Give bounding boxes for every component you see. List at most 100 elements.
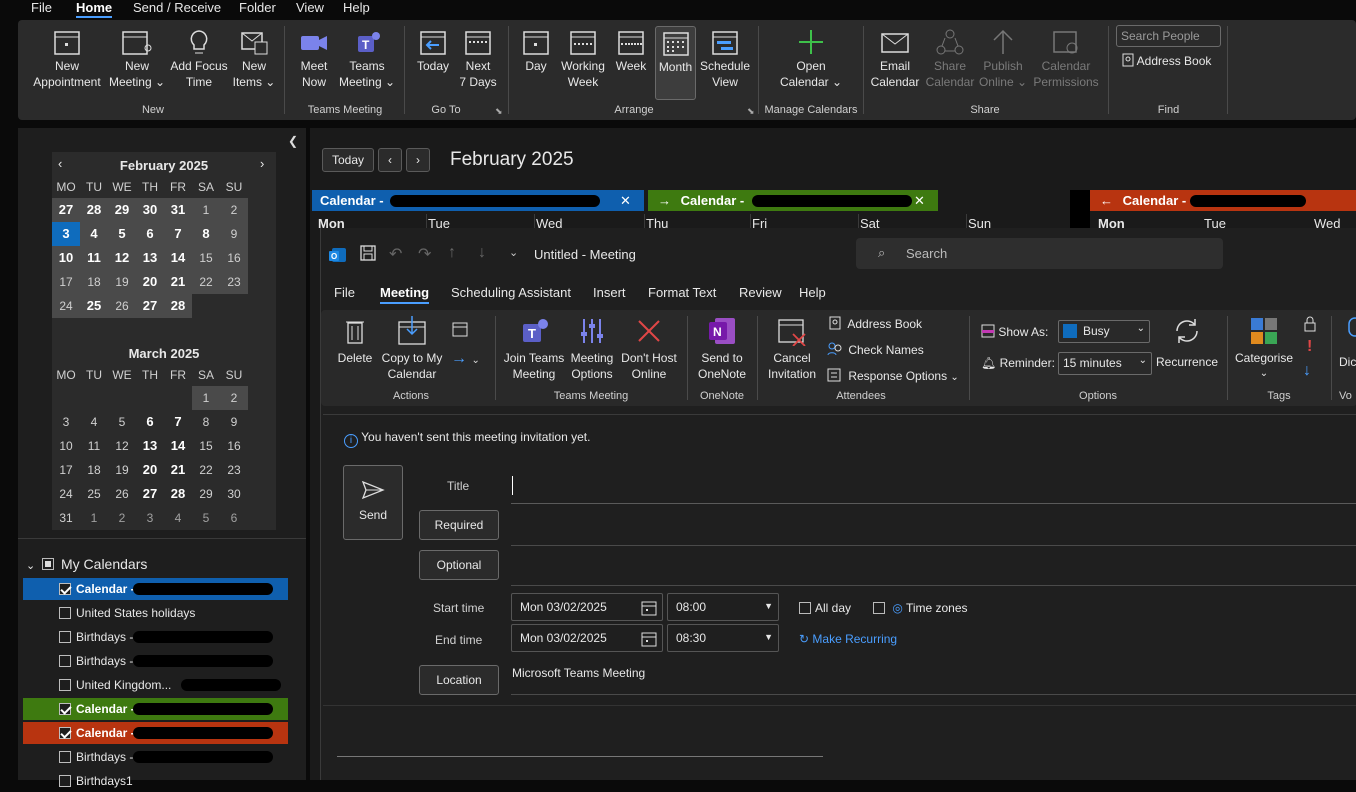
menu-home[interactable]: Home bbox=[76, 0, 113, 18]
start-time-select[interactable]: 08:00 ▼ bbox=[667, 593, 779, 621]
calendar-day[interactable]: 22 bbox=[192, 458, 220, 482]
calendar-day[interactable]: 27 bbox=[52, 198, 80, 222]
calendar-tab-red[interactable]: ← Calendar - bbox=[1090, 190, 1356, 211]
calendar-day[interactable]: 5 bbox=[108, 410, 136, 434]
calendar-day[interactable]: 3 bbox=[52, 222, 80, 246]
calendar-day[interactable]: 7 bbox=[164, 410, 192, 434]
calendar-day[interactable]: 4 bbox=[80, 410, 108, 434]
schedule-view-button[interactable]: Schedule View bbox=[698, 28, 752, 90]
categorise-button[interactable]: Categorise ⌄ bbox=[1233, 316, 1295, 382]
calendar-day[interactable]: 27 bbox=[136, 482, 164, 506]
required-button[interactable]: Required bbox=[419, 510, 499, 540]
dont-host-online-button[interactable]: Don't Host Online bbox=[619, 316, 679, 382]
new-meeting-button[interactable]: New Meeting ⌄ bbox=[108, 28, 166, 90]
calendar-checkbox[interactable] bbox=[59, 775, 71, 787]
calendar-day[interactable]: 26 bbox=[108, 482, 136, 506]
location-button[interactable]: Location bbox=[419, 665, 499, 695]
tab-format-text[interactable]: Format Text bbox=[648, 285, 716, 300]
calendar-day[interactable]: 22 bbox=[192, 270, 220, 294]
start-date-field[interactable]: Mon 03/02/2025 bbox=[511, 593, 663, 621]
calendar-checkbox[interactable] bbox=[59, 583, 71, 595]
calendar-day[interactable]: 6 bbox=[220, 506, 248, 530]
calendar-day[interactable]: 1 bbox=[80, 506, 108, 530]
calendar-day[interactable]: 11 bbox=[80, 246, 108, 270]
title-input[interactable] bbox=[511, 470, 1356, 504]
date-picker-icon[interactable] bbox=[641, 600, 657, 616]
address-book-button[interactable]: Address Book bbox=[1122, 53, 1211, 68]
calendar-list-item[interactable]: Birthdays - bbox=[23, 650, 288, 672]
end-date-field[interactable]: Mon 03/02/2025 bbox=[511, 624, 663, 652]
tab-review[interactable]: Review bbox=[739, 285, 782, 300]
calendar-day[interactable]: 5 bbox=[108, 222, 136, 246]
calendar-checkbox[interactable] bbox=[59, 727, 71, 739]
calendar-day[interactable]: 23 bbox=[220, 458, 248, 482]
calendar-list-item[interactable]: United Kingdom... bbox=[23, 674, 288, 696]
meet-now-button[interactable]: Meet Now bbox=[292, 28, 336, 90]
join-teams-meeting-button[interactable]: T Join Teams Meeting bbox=[503, 316, 565, 382]
delete-button[interactable]: Delete bbox=[335, 316, 375, 366]
tab-file[interactable]: File bbox=[334, 285, 355, 300]
calendar-list-item[interactable]: Birthdays1 bbox=[23, 770, 288, 792]
group-checkbox[interactable] bbox=[42, 558, 55, 570]
all-day-checkbox[interactable]: All day bbox=[799, 601, 851, 615]
time-zones-checkbox[interactable]: ◎ Time zones bbox=[873, 601, 968, 615]
calendar-small-icon[interactable] bbox=[451, 320, 469, 343]
calendar-day[interactable]: 18 bbox=[80, 458, 108, 482]
today-button[interactable]: Today bbox=[412, 28, 454, 74]
calendar-day[interactable]: 31 bbox=[52, 506, 80, 530]
date-picker-icon[interactable] bbox=[641, 631, 657, 647]
calendar-day[interactable]: 12 bbox=[108, 246, 136, 270]
redo-icon[interactable]: ↷ bbox=[418, 244, 431, 264]
calendar-day[interactable]: 21 bbox=[164, 270, 192, 294]
calendar-day[interactable]: 20 bbox=[136, 458, 164, 482]
arrow-down-icon[interactable]: ↓ bbox=[478, 244, 486, 262]
calendar-checkbox[interactable] bbox=[59, 703, 71, 715]
calendar-day[interactable]: 24 bbox=[52, 294, 80, 318]
tab-meeting[interactable]: Meeting bbox=[380, 285, 430, 304]
location-input[interactable]: Microsoft Teams Meeting bbox=[512, 666, 645, 680]
calendar-tab-blue[interactable]: Calendar - ✕ bbox=[312, 190, 644, 211]
calendar-list-item[interactable]: Birthdays - bbox=[23, 746, 288, 768]
calendar-day[interactable]: 21 bbox=[164, 458, 192, 482]
dictate-button[interactable]: Dic bbox=[1339, 316, 1356, 370]
week-view-button[interactable]: Week bbox=[610, 28, 652, 74]
search-people-input[interactable]: Search People bbox=[1116, 25, 1221, 47]
calendar-checkbox[interactable] bbox=[59, 607, 71, 619]
calendar-day[interactable]: 13 bbox=[136, 246, 164, 270]
calendar-day[interactable]: 29 bbox=[108, 198, 136, 222]
show-as-select[interactable]: Busy ⌄ bbox=[1058, 320, 1150, 343]
check-names-button[interactable]: Check Names bbox=[827, 342, 924, 357]
arrow-left-icon[interactable]: ← bbox=[1100, 193, 1113, 208]
calendar-day[interactable]: 2 bbox=[220, 386, 248, 410]
dialog-launcher-icon[interactable]: ⬊ bbox=[495, 106, 503, 117]
calendar-day[interactable]: 25 bbox=[80, 294, 108, 318]
calendar-day[interactable]: 18 bbox=[80, 270, 108, 294]
calendar-list-item[interactable]: Calendar - bbox=[23, 722, 288, 744]
next-month-icon[interactable]: › bbox=[260, 156, 264, 171]
menu-send-receive[interactable]: Send / Receive bbox=[133, 0, 221, 15]
calendar-day[interactable]: 2 bbox=[108, 506, 136, 530]
calendar-list-item[interactable]: Birthdays - bbox=[23, 626, 288, 648]
calendar-day[interactable]: 17 bbox=[52, 270, 80, 294]
month-view-button[interactable]: Month bbox=[655, 26, 696, 100]
calendar-day[interactable]: 1 bbox=[192, 198, 220, 222]
email-calendar-button[interactable]: Email Calendar bbox=[870, 28, 920, 90]
next-period-button[interactable]: › bbox=[406, 148, 430, 172]
arrow-right-icon[interactable]: → bbox=[658, 193, 671, 208]
calendar-day[interactable]: 20 bbox=[136, 270, 164, 294]
calendar-tab-green[interactable]: → Calendar - ✕ bbox=[648, 190, 938, 211]
high-importance-icon[interactable]: ! bbox=[1307, 338, 1312, 356]
teams-meeting-button[interactable]: T Teams Meeting ⌄ bbox=[336, 28, 398, 90]
calendar-day[interactable]: 15 bbox=[192, 246, 220, 270]
forward-arrow-icon[interactable]: → ⌄ bbox=[451, 350, 480, 368]
calendar-day[interactable]: 26 bbox=[108, 294, 136, 318]
day-view-button[interactable]: Day bbox=[516, 28, 556, 74]
calendar-day[interactable]: 13 bbox=[136, 434, 164, 458]
calendar-checkbox[interactable] bbox=[59, 631, 71, 643]
address-book-button[interactable]: Address Book bbox=[829, 316, 922, 331]
calendar-permissions-button[interactable]: Calendar Permissions bbox=[1030, 28, 1102, 90]
send-to-onenote-button[interactable]: N Send to OneNote bbox=[693, 316, 751, 382]
calendar-day[interactable]: 14 bbox=[164, 246, 192, 270]
today-nav-button[interactable]: Today bbox=[322, 148, 374, 172]
calendar-day[interactable]: 12 bbox=[108, 434, 136, 458]
